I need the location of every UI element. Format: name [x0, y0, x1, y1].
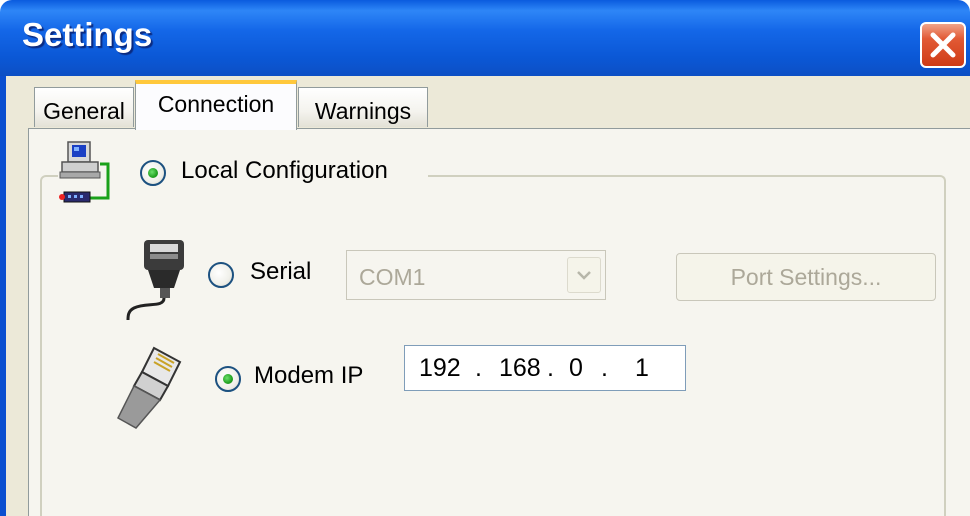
tab-warnings[interactable]: Warnings	[298, 87, 428, 127]
ethernet-cable-icon	[117, 346, 182, 429]
ip-dot-2: .	[547, 354, 554, 382]
ip-octet-2[interactable]: 168	[499, 354, 541, 383]
computer-network-icon	[59, 141, 110, 203]
chevron-down-icon	[577, 271, 591, 280]
com-port-select[interactable]: COM1	[346, 250, 606, 300]
tab-general[interactable]: General	[34, 87, 134, 127]
modem-ip-radio[interactable]	[215, 366, 241, 392]
tab-connection-label: Connection	[157, 91, 275, 117]
ip-octet-1[interactable]: 192	[419, 354, 461, 383]
ip-octet-4[interactable]: 1	[635, 354, 649, 383]
serial-label: Serial	[250, 258, 312, 285]
serial-radio[interactable]	[208, 262, 234, 288]
tab-warnings-label: Warnings	[314, 98, 412, 124]
close-button[interactable]	[920, 22, 966, 68]
port-settings-button[interactable]: Port Settings...	[676, 253, 936, 301]
com-port-dropdown-button[interactable]	[567, 257, 601, 293]
com-port-value: COM1	[359, 264, 426, 290]
modem-ip-label: Modem IP	[254, 362, 364, 389]
local-configuration-radio[interactable]	[140, 160, 166, 186]
tab-general-label: General	[43, 98, 125, 124]
window-title: Settings	[22, 16, 153, 53]
serial-cable-icon	[126, 240, 184, 321]
ip-address-input[interactable]: 192 . 168 . 0 . 1	[404, 345, 686, 391]
local-configuration-label: Local Configuration	[181, 157, 388, 184]
tab-connection[interactable]: Connection	[135, 80, 297, 130]
close-icon	[930, 32, 956, 58]
title-bar: Settings	[0, 0, 970, 76]
ip-dot-3: .	[601, 354, 608, 382]
ip-octet-3[interactable]: 0	[569, 354, 583, 383]
ip-dot-1: .	[475, 354, 482, 382]
